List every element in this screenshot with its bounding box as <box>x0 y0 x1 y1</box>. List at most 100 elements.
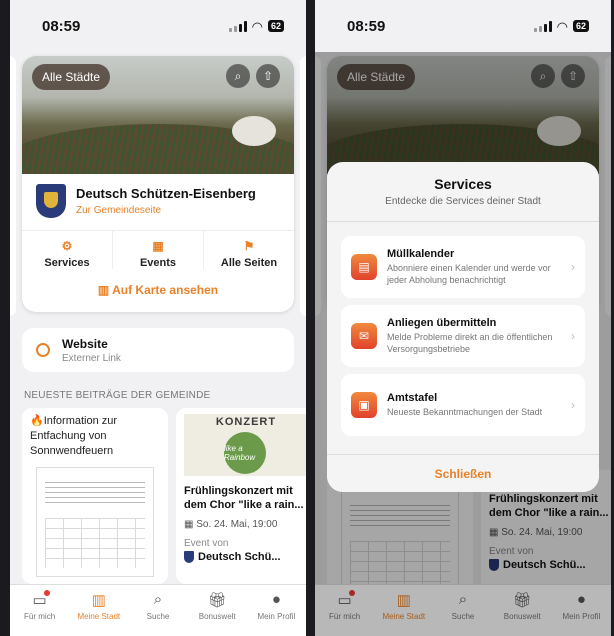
system-indicators: ◠ 62 <box>228 18 284 34</box>
calendar-icon: ▦ <box>152 239 164 253</box>
megaphone-icon: ✉ <box>351 323 377 349</box>
flag-icon: ⚑ <box>243 239 255 253</box>
post-card[interactable]: 🔥Information zur Entfachung von Sonnwend… <box>22 408 168 584</box>
status-bar: 08:59 ◠ 62 <box>10 0 306 52</box>
prev-city-card[interactable] <box>10 56 16 316</box>
tab-bar: ▭ Für mich ▥ Meine Stadt ⌕ Suche 🎁︎ Bonuswel… <box>10 584 306 636</box>
sheet-title: Services <box>434 176 492 192</box>
city-header: Deutsch Schützen-Eisenberg Zur Gemeindes… <box>22 174 294 218</box>
close-button[interactable]: Schließen <box>327 454 599 492</box>
divider <box>327 221 599 222</box>
event-card[interactable]: KONZERT like a Rainbow Frühlingskonzert … <box>176 408 306 584</box>
tab-my-city: ▥ Meine Stadt <box>382 592 426 621</box>
services-button[interactable]: ⚙ Services <box>22 231 113 269</box>
trash-calendar-icon: ▤ <box>351 254 377 280</box>
tab-bar: ▭ Für mich ▥ Meine Stadt ⌕ Suche 🎁︎ Bonuswel… <box>315 584 611 636</box>
website-link[interactable]: Website Externer Link <box>22 328 294 372</box>
document-thumbnail <box>36 466 154 577</box>
search-icon[interactable]: ⌕ <box>226 64 250 88</box>
city-actions: ⚙ Services ▦ Events ⚑ Alle Seiten <box>22 230 294 269</box>
services-label: Services <box>44 257 90 269</box>
website-title: Website <box>62 336 108 351</box>
event-organizer: Deutsch Schü... <box>176 549 306 563</box>
service-submit-request[interactable]: ✉ Anliegen übermitteln Melde Probleme di… <box>341 305 585 367</box>
city-icon: ▥ <box>396 592 411 609</box>
battery-icon: 62 <box>572 20 589 32</box>
tab-profile[interactable]: ● Mein Profil <box>247 585 306 636</box>
concert-poster-image: KONZERT like a Rainbow <box>184 414 306 476</box>
chevron-right-icon: › <box>571 329 575 343</box>
battery-icon: 62 <box>267 20 284 32</box>
tab-search[interactable]: ⌕ Suche <box>128 585 187 636</box>
city-crest-icon <box>36 184 66 218</box>
phone-screen-city: 08:59 ◠ 62 Alle Städte ⌕ ⇧ Deutsch Schüt… <box>10 0 306 636</box>
status-bar: 08:59 ◠ 62 <box>315 0 611 52</box>
chevron-right-icon: › <box>571 398 575 412</box>
tab-for-me[interactable]: ▭ Für mich <box>10 585 69 636</box>
service-desc: Neueste Bekanntmachungen der Stadt <box>387 406 543 417</box>
chevron-right-icon: › <box>571 260 575 274</box>
website-subtitle: Externer Link <box>62 352 121 364</box>
events-button[interactable]: ▦ Events <box>113 231 204 269</box>
tab-profile: ● Mein Profil <box>562 591 601 621</box>
profile-icon: ● <box>576 591 586 608</box>
event-by-label: Event von <box>184 537 229 549</box>
tab-search: ⌕ Suche <box>451 591 475 621</box>
services-sheet: Services Entdecke die Services deiner St… <box>327 162 599 492</box>
event-date: ▦ So. 24. Mai, 19:00 <box>184 518 278 530</box>
gift-icon: 🎁︎ <box>512 592 532 609</box>
gift-icon: 🎁︎ <box>207 592 227 609</box>
globe-icon <box>36 343 50 357</box>
tab-for-me: ▭ Für mich <box>329 590 361 621</box>
screen-stage: 08:59 ◠ 62 Alle Städte ⌕ ⇧ Deutsch Schüt… <box>0 0 614 636</box>
service-title: Amtstafel <box>387 391 438 404</box>
city-icon: ▥ <box>91 592 106 609</box>
city-crest-icon <box>184 550 194 563</box>
search-icon: ⌕ <box>458 591 468 608</box>
city-page-link[interactable]: Zur Gemeindeseite <box>76 205 256 216</box>
service-waste-calendar[interactable]: ▤ Müllkalender Abonniere einen Kalender … <box>341 236 585 298</box>
share-icon[interactable]: ⇧ <box>256 64 280 88</box>
signal-icon <box>533 20 552 32</box>
calendar-icon: ▦ <box>184 518 197 530</box>
services-icon: ⚙ <box>61 239 73 253</box>
map-icon: ▥ <box>97 283 110 297</box>
tab-my-city[interactable]: ▥ Meine Stadt <box>69 585 128 636</box>
city-name: Deutsch Schützen-Eisenberg <box>76 186 256 201</box>
tab-bonus: 🎁︎ Bonuswelt <box>503 592 541 621</box>
search-icon: ⌕ <box>153 591 163 608</box>
blossom-tree-image <box>232 116 276 146</box>
tab-bonus[interactable]: 🎁︎ Bonuswelt <box>188 585 247 636</box>
wifi-icon: ◠ <box>556 18 568 34</box>
profile-icon: ● <box>271 591 281 608</box>
service-title: Müllkalender <box>387 247 455 260</box>
service-notice-board[interactable]: ▣ Amtstafel Neueste Bekanntmachungen der… <box>341 374 585 436</box>
events-label: Events <box>139 257 177 269</box>
service-desc: Melde Probleme direkt an die öffentliche… <box>387 331 553 354</box>
poster-badge: like a Rainbow <box>224 432 266 474</box>
sheet-subtitle: Entdecke die Services deiner Stadt <box>385 196 541 207</box>
signal-icon <box>228 20 247 32</box>
system-indicators: ◠ 62 <box>533 18 589 34</box>
map-link-label: Auf Karte ansehen <box>112 283 219 297</box>
fire-icon: 🔥 <box>30 415 44 427</box>
service-desc: Abonniere einen Kalender und werde vor j… <box>387 262 551 285</box>
poster-header: KONZERT <box>215 416 277 428</box>
post-title: 🔥Information zur Entfachung von Sonnwend… <box>30 415 118 457</box>
all-pages-button[interactable]: ⚑ Alle Seiten <box>204 231 294 269</box>
all-cities-button[interactable]: Alle Städte <box>32 64 111 90</box>
map-link[interactable]: ▥ Auf Karte ansehen <box>22 283 294 297</box>
phone-screen-services: 08:59 ◠ 62 Alle Städte ⌕ ⇧ Frühlingskonz… <box>315 0 611 636</box>
event-title: Frühlingskonzert mit dem Chor "like a ra… <box>184 485 304 512</box>
city-card: Alle Städte ⌕ ⇧ Deutsch Schützen-Eisenbe… <box>22 56 294 312</box>
section-title: NEUESTE BEITRÄGE DER GEMEINDE <box>24 390 211 401</box>
wifi-icon: ◠ <box>251 18 263 34</box>
next-city-card[interactable] <box>300 56 306 316</box>
all-pages-label: Alle Seiten <box>220 257 278 269</box>
city-hero-image: Alle Städte ⌕ ⇧ <box>22 56 294 174</box>
status-time: 08:59 <box>42 17 81 35</box>
inbox-icon: ▭ <box>337 590 355 609</box>
service-title: Anliegen übermitteln <box>387 316 497 329</box>
inbox-icon: ▭ <box>32 590 50 609</box>
notice-board-icon: ▣ <box>351 392 377 418</box>
